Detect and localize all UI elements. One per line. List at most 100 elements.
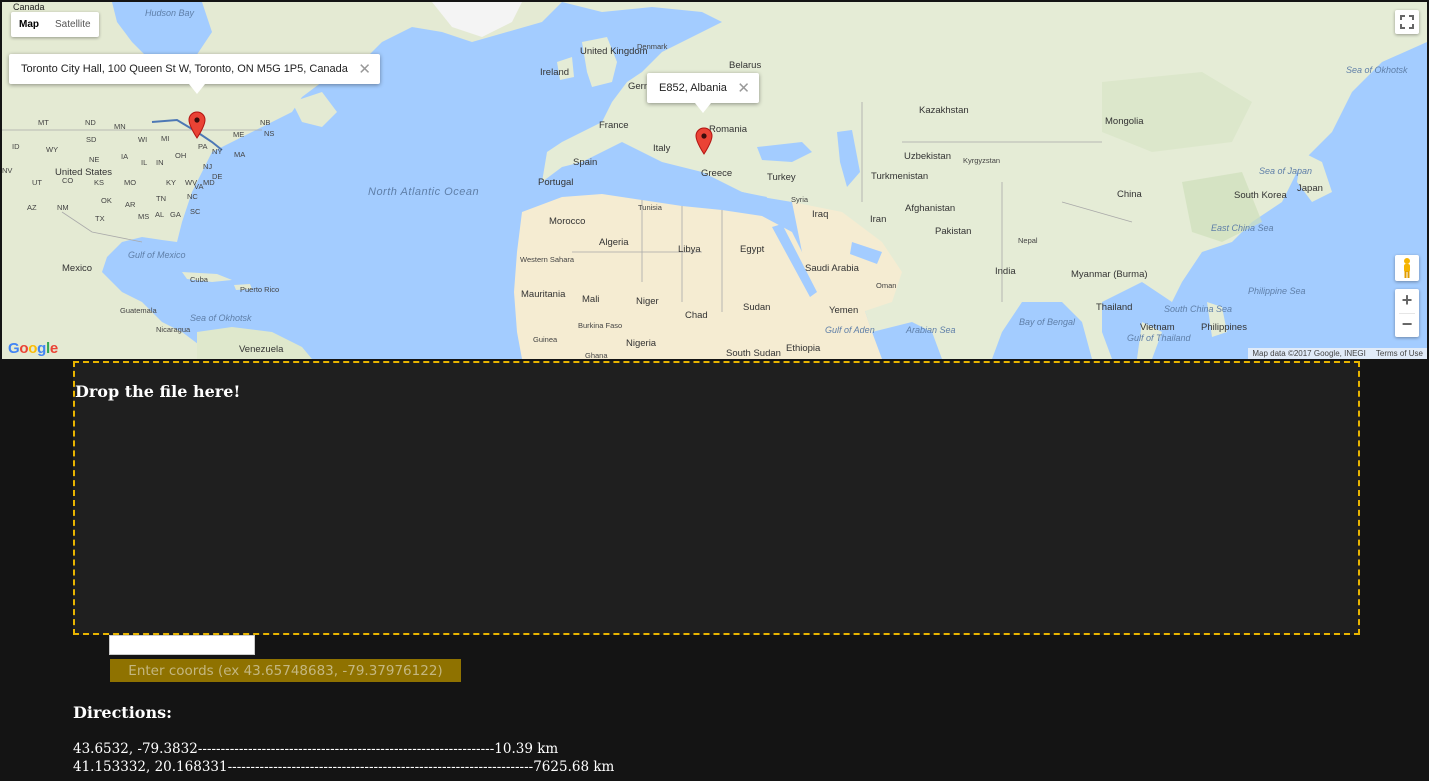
map-label: Iran [870,214,887,225]
map-label: MT [38,118,49,127]
map-label: OK [101,196,112,205]
map-label: TN [156,194,166,203]
map-label: Oman [876,281,897,290]
map-label: Nigeria [626,338,657,349]
zoom-in-button[interactable]: + [1395,289,1419,313]
map-label: Saudi Arabia [805,263,859,274]
map-label: East China Sea [1211,223,1274,233]
info-window-text: E852, Albania [659,82,727,94]
map-label: NV [2,166,13,175]
map-attribution: Map data ©2017 Google, INEGI Terms of Us… [1248,348,1427,359]
map-label: VA [194,182,204,191]
map-label: TX [95,214,105,223]
map-label: India [995,266,1016,277]
map-label: UT [32,178,42,187]
direction-item: 43.6532, -79.3832-----------------------… [73,741,559,757]
map-label: Gulf of Aden [825,325,875,335]
map-label: MS [138,212,150,221]
map-label: Guinea [533,335,558,344]
map-label: Syria [791,195,809,204]
map-label: Libya [678,244,701,255]
map-label: Turkey [767,172,796,183]
map-label: Denmark [637,42,668,51]
map-label: Sea of Okhotsk [190,313,252,323]
fullscreen-icon [1400,15,1414,29]
map-label: IL [141,158,148,167]
world-map[interactable]: Canada Hudson Bay United States Mexico C… [2,2,1427,359]
map-label: Nepal [1018,236,1038,245]
map-label: Japan [1297,183,1323,194]
google-logo[interactable]: Google [8,340,58,357]
map-label: Ghana [585,351,608,359]
map-label: Egypt [740,244,765,255]
info-window-toronto: Toronto City Hall, 100 Queen St W, Toron… [9,54,380,94]
map-label: Sea of Okhotsk [1346,65,1408,75]
drop-zone-label: Drop the file here! [75,382,241,401]
map-label: SD [86,135,97,144]
map-label: Ireland [540,67,570,78]
coords-input[interactable] [109,635,255,655]
map-label: ND [85,118,96,127]
map-type-map-button[interactable]: Map [11,12,47,37]
map-label: Kyrgyzstan [963,156,1001,165]
map-label: Niger [636,296,659,307]
map-label: South Korea [1234,190,1287,201]
map-label: Portugal [538,177,574,188]
map-label: Uzbekistan [904,151,951,162]
map-label: China [1117,189,1142,200]
map-label: Mongolia [1105,116,1144,127]
map-label: Iraq [812,209,829,220]
map-label: Afghanistan [905,203,956,214]
direction-item: 41.153332, 20.168331--------------------… [73,759,615,775]
map-label: Myanmar (Burma) [1071,269,1148,280]
map-label: Ethiopia [786,343,821,354]
map-label: SC [190,207,201,216]
map-label: Venezuela [239,344,284,355]
enter-coords-button[interactable]: Enter coords (ex 43.65748683, -79.379761… [110,659,461,682]
map-marker-albania[interactable] [695,127,713,155]
zoom-control: + − [1395,289,1419,337]
info-window-tail [695,103,711,113]
map-label: Yemen [829,305,859,316]
street-view-pegman[interactable] [1395,255,1419,281]
fullscreen-button[interactable] [1395,10,1419,34]
map-label: NC [187,192,198,201]
map-label: Mauritania [521,289,566,300]
map-label: South China Sea [1164,304,1233,314]
map-label: OH [175,151,187,160]
map-label: Belarus [729,60,762,71]
close-icon[interactable]: ✕ [737,79,750,97]
map-label: Morocco [549,216,586,227]
map-label: Greece [701,168,733,179]
map-label: MD [203,178,215,187]
map-label: South Sudan [726,348,781,359]
close-icon[interactable]: ✕ [358,60,371,78]
map-marker-icon [188,111,206,139]
info-window-albania: E852, Albania ✕ [647,73,759,113]
map-label: Turkmenistan [871,171,929,182]
map-label: Romania [709,124,748,135]
map-label: Algeria [599,237,629,248]
map-label: Spain [573,157,598,168]
terms-of-use-link[interactable]: Terms of Use [1376,349,1423,358]
directions-list: 43.6532, -79.3832-----------------------… [73,740,614,776]
map-label: Bay of Bengal [1019,317,1076,327]
map-label: IA [121,152,129,161]
map-label: AL [155,210,165,219]
map-label: KY [166,178,177,187]
pegman-icon [1404,258,1410,278]
map-marker-toronto[interactable] [188,111,206,139]
map-label: Mali [582,294,600,305]
map-label: PA [198,142,208,151]
map-type-satellite-button[interactable]: Satellite [47,12,99,37]
map-label: Burkina Faso [578,321,623,330]
map-label: Philippines [1201,322,1247,333]
map-label: IN [156,158,164,167]
zoom-out-button[interactable]: − [1395,313,1419,337]
file-drop-zone[interactable]: Drop the file here! [73,361,1360,635]
map-marker-icon [695,127,713,155]
map-label: NE [89,155,100,164]
map-label: Gulf of Thailand [1127,333,1191,343]
map-label: Nicaragua [156,325,191,334]
map-label: AZ [27,203,37,212]
